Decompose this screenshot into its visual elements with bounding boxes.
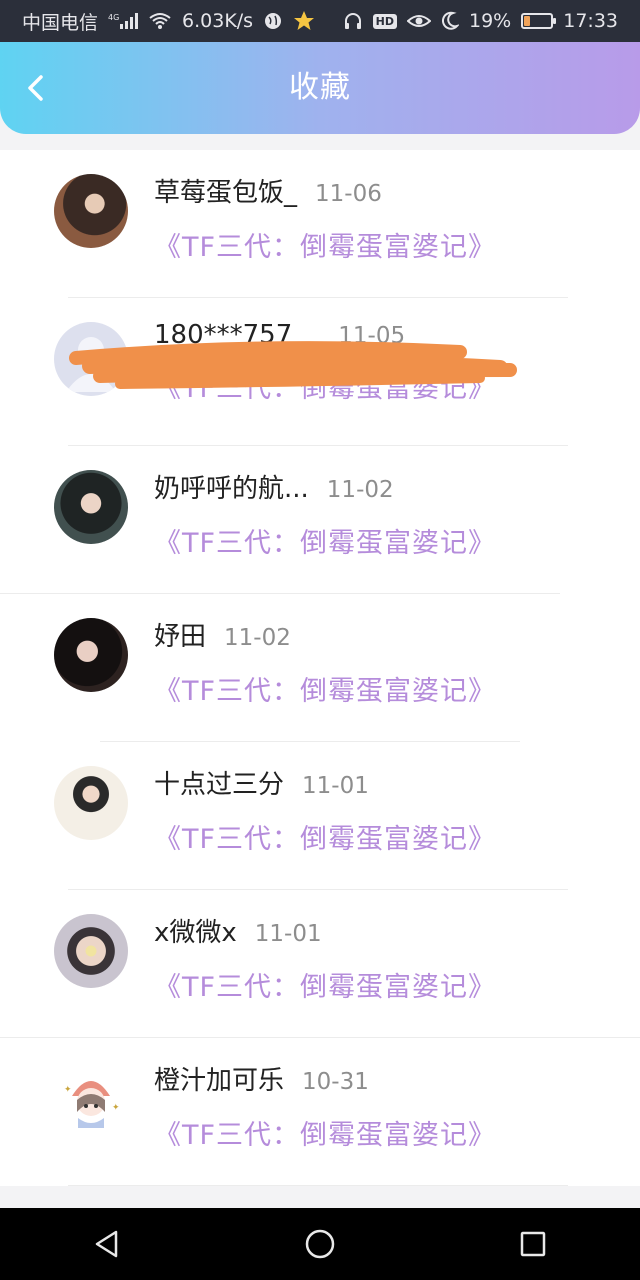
user-name: 妤田 bbox=[154, 622, 207, 652]
battery-icon bbox=[521, 13, 557, 29]
list-item[interactable]: 十点过三分 11-01 《TF三代：倒霉蛋富婆记》 bbox=[0, 742, 640, 890]
user-name: x微微x bbox=[154, 918, 237, 948]
eye-icon bbox=[407, 12, 431, 30]
book-title-link[interactable]: 《TF三代：倒霉蛋富婆记》 bbox=[154, 225, 496, 264]
list-item[interactable]: 180***757 11-05 《TF三代：倒霉蛋富婆记》 bbox=[0, 298, 640, 446]
avatar bbox=[54, 618, 128, 692]
list-item[interactable]: ✦ ✦ 橙汁加可乐 10-31 《TF三代：倒霉蛋富婆记》 bbox=[0, 1038, 640, 1186]
circle-home-icon bbox=[305, 1229, 335, 1259]
list-item[interactable]: 妤田 11-02 《TF三代：倒霉蛋富婆记》 bbox=[0, 594, 640, 742]
avatar: ✦ ✦ bbox=[54, 1062, 128, 1136]
nav-back-button[interactable] bbox=[77, 1214, 137, 1274]
svg-text:✦: ✦ bbox=[64, 1085, 72, 1095]
network-speed: 6.03K/s bbox=[182, 10, 254, 32]
square-recents-icon bbox=[521, 1231, 546, 1257]
status-bar: 中国电信 4G 6.03K/s HD 19% 17:33 bbox=[0, 0, 640, 42]
clock: 17:33 bbox=[563, 10, 618, 32]
page-title: 收藏 bbox=[289, 70, 351, 105]
favorite-date: 10-31 bbox=[302, 1069, 369, 1095]
user-name: 十点过三分 bbox=[154, 770, 285, 800]
list-item[interactable]: 奶呼呼的航... 11-02 《TF三代：倒霉蛋富婆记》 bbox=[0, 446, 640, 594]
user-name: 180***757 bbox=[154, 320, 293, 350]
svg-text:4G: 4G bbox=[108, 13, 119, 22]
favorite-date: 11-01 bbox=[254, 921, 322, 947]
avatar bbox=[54, 470, 128, 544]
navigation-bar bbox=[0, 1208, 640, 1280]
hd-icon: HD bbox=[372, 13, 397, 29]
row-divider bbox=[68, 1185, 568, 1186]
carrier-label: 中国电信 bbox=[22, 11, 99, 34]
user-name: 橙汁加可乐 bbox=[154, 1066, 285, 1096]
list-item[interactable]: 草莓蛋包饭_ 11-06 《TF三代：倒霉蛋富婆记》 bbox=[0, 150, 640, 298]
favorite-date: 11-02 bbox=[224, 625, 291, 651]
favorite-date: 11-06 bbox=[315, 181, 382, 207]
battery-percent: 19% bbox=[469, 10, 512, 32]
user-name: 草莓蛋包饭_ bbox=[154, 178, 298, 208]
headphones-icon bbox=[343, 11, 363, 31]
header-bar: 收藏 bbox=[0, 42, 640, 134]
signal-icon: 4G bbox=[108, 12, 139, 30]
avatar bbox=[54, 322, 128, 396]
moon-icon bbox=[441, 11, 459, 31]
star-icon bbox=[293, 10, 315, 32]
list-item[interactable]: x微微x 11-01 《TF三代：倒霉蛋富婆记》 bbox=[0, 890, 640, 1038]
globe-icon bbox=[263, 11, 283, 31]
avatar bbox=[54, 174, 128, 248]
wifi-icon bbox=[148, 12, 172, 30]
nav-home-button[interactable] bbox=[290, 1214, 350, 1274]
book-title-link[interactable]: 《TF三代：倒霉蛋富婆记》 bbox=[154, 1113, 496, 1152]
book-title-link[interactable]: 《TF三代：倒霉蛋富婆记》 bbox=[154, 669, 496, 708]
avatar bbox=[54, 914, 128, 988]
favorite-date: 11-05 bbox=[338, 323, 406, 349]
book-title-link[interactable]: 《TF三代：倒霉蛋富婆记》 bbox=[154, 366, 496, 405]
user-name: 奶呼呼的航... bbox=[154, 474, 309, 504]
nav-recents-button[interactable] bbox=[503, 1214, 563, 1274]
svg-text:✦: ✦ bbox=[112, 1103, 120, 1113]
favorite-date: 11-01 bbox=[302, 773, 369, 799]
favorite-date: 11-02 bbox=[326, 477, 394, 503]
triangle-back-icon bbox=[95, 1230, 117, 1258]
favorites-list: 草莓蛋包饭_ 11-06 《TF三代：倒霉蛋富婆记》 180***757 11-… bbox=[0, 150, 640, 1186]
cartoon-girl-avatar-icon: ✦ ✦ bbox=[64, 1081, 120, 1128]
book-title-link[interactable]: 《TF三代：倒霉蛋富婆记》 bbox=[154, 521, 496, 560]
book-title-link[interactable]: 《TF三代：倒霉蛋富婆记》 bbox=[154, 965, 496, 1004]
default-avatar-icon bbox=[66, 337, 116, 392]
avatar bbox=[54, 766, 128, 840]
book-title-link[interactable]: 《TF三代：倒霉蛋富婆记》 bbox=[154, 817, 496, 856]
